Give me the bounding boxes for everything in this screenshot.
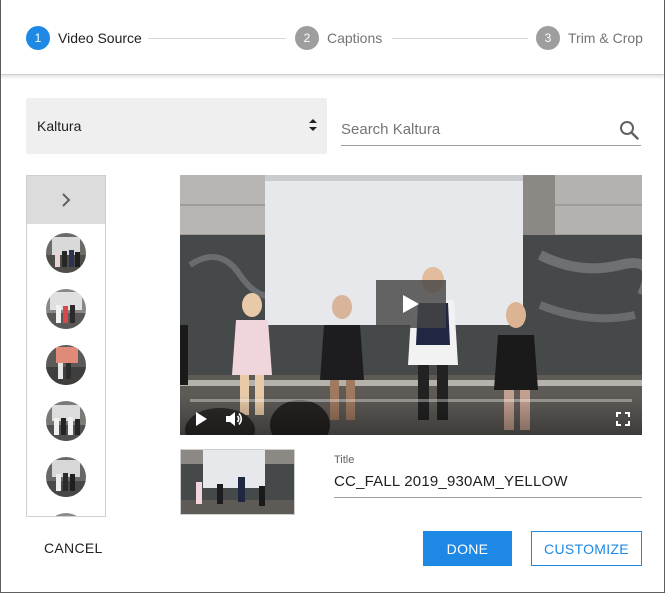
fullscreen-icon[interactable] (614, 410, 632, 428)
step-connector (392, 38, 528, 39)
thumbnail-image (46, 457, 86, 497)
search-input[interactable] (341, 118, 611, 140)
progress-bar[interactable] (190, 399, 632, 402)
select-arrows-icon (309, 119, 317, 131)
video-thumbnail[interactable] (46, 345, 86, 385)
thumbnail-rail (26, 175, 106, 517)
search-icon[interactable] (619, 120, 639, 140)
source-select[interactable]: Kaltura (26, 98, 327, 154)
thumbnail-image (46, 345, 86, 385)
step-connector (148, 38, 286, 39)
chevron-right-icon (62, 193, 71, 207)
step-number: 1 (26, 26, 50, 50)
step-video-source[interactable]: 1 Video Source (26, 26, 142, 50)
thumbnail-image (181, 450, 294, 514)
video-source-dialog: 1 Video Source 2 Captions 3 Trim & Crop … (0, 0, 665, 593)
source-select-value: Kaltura (37, 118, 82, 134)
thumbnail-image (46, 401, 86, 441)
volume-icon[interactable] (225, 410, 243, 428)
thumbnail-image (46, 513, 86, 516)
video-thumbnail[interactable] (46, 233, 86, 273)
big-play-button[interactable] (376, 280, 446, 328)
stepper: 1 Video Source 2 Captions 3 Trim & Crop (1, 0, 664, 75)
thumbnail-image (46, 289, 86, 329)
step-number: 2 (295, 26, 319, 50)
player-controls (180, 395, 642, 435)
selected-video-thumbnail (180, 449, 295, 515)
video-thumbnail[interactable] (46, 289, 86, 329)
video-thumbnail[interactable] (46, 457, 86, 497)
video-thumbnail[interactable] (46, 401, 86, 441)
step-captions[interactable]: 2 Captions (295, 26, 382, 50)
title-field: Title (334, 452, 642, 498)
step-trim-crop[interactable]: 3 Trim & Crop (536, 26, 643, 50)
customize-button[interactable]: CUSTOMIZE (531, 531, 642, 566)
thumbnail-image (46, 233, 86, 273)
cancel-button[interactable]: CANCEL (35, 535, 112, 561)
title-input[interactable] (334, 470, 634, 492)
rail-expand-button[interactable] (27, 176, 105, 224)
step-label: Video Source (58, 30, 142, 46)
title-label: Title (334, 454, 355, 466)
step-label: Trim & Crop (568, 30, 643, 46)
done-button[interactable]: DONE (423, 531, 512, 566)
search-field (341, 112, 641, 146)
step-label: Captions (327, 30, 383, 46)
video-player[interactable] (180, 175, 642, 435)
step-number: 3 (536, 26, 560, 50)
play-icon[interactable] (192, 410, 210, 428)
video-thumbnail[interactable] (46, 513, 86, 516)
play-icon (403, 295, 419, 313)
